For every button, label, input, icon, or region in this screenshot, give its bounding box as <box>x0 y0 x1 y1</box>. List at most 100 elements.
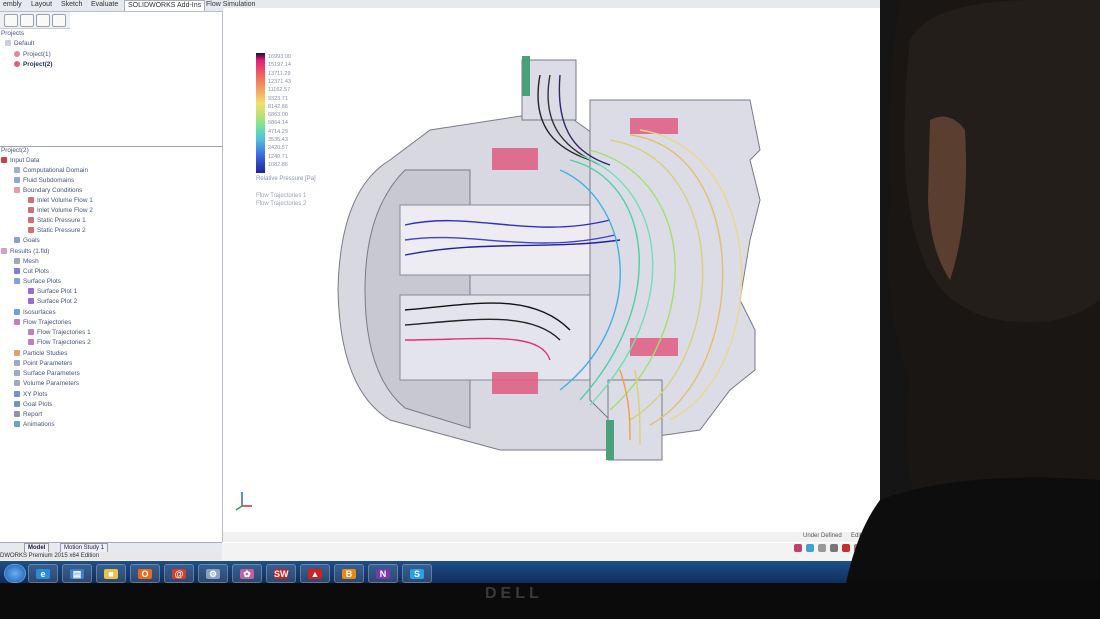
mesh-icon <box>14 258 20 265</box>
tree-item-label: Volume Parameters <box>23 380 80 387</box>
bottom-tab-bar: Model Motion Study 1 <box>0 542 222 553</box>
property-manager-icon[interactable] <box>20 14 34 27</box>
tree-item-project-1[interactable]: Project(1) <box>14 51 51 58</box>
volume-param-icon <box>14 380 20 387</box>
tree-item-animations[interactable]: Animations <box>14 421 55 428</box>
explorer-icon: ▤ <box>70 569 84 579</box>
start-button[interactable] <box>4 564 26 583</box>
tree-item-report[interactable]: Report <box>14 411 42 418</box>
tree-item-label: Point Parameters <box>23 360 73 367</box>
ie-icon: e <box>36 569 50 579</box>
seal-lower-left <box>492 372 538 394</box>
boundary-icon <box>14 187 20 194</box>
tree-item-static-pressure-1[interactable]: Static Pressure 1 <box>28 217 86 224</box>
inlet-icon <box>28 197 34 204</box>
fluid-icon <box>14 177 20 184</box>
particle-icon <box>14 350 20 357</box>
taskbar-app-folder[interactable]: ■ <box>96 564 126 583</box>
tree-item-label: Surface Plot 2 <box>37 298 78 305</box>
taskbar-app-app-swirl[interactable]: @ <box>164 564 194 583</box>
tree-item-isosurfaces[interactable]: Isosurfaces <box>14 309 56 316</box>
tree-item-inlet-volume-flow-1[interactable]: Inlet Volume Flow 1 <box>28 197 93 204</box>
surface-plot-icon <box>28 288 34 295</box>
taskbar-app-ie[interactable]: e <box>28 564 58 583</box>
tree-item-surface-plot-1[interactable]: Surface Plot 1 <box>28 288 77 295</box>
inlet-icon <box>28 207 34 214</box>
goals-icon <box>14 237 20 244</box>
tree-item-label: Boundary Conditions <box>23 187 83 194</box>
tree-item-label: XY Plots <box>23 391 48 398</box>
settings-icon: ⚙ <box>206 569 220 579</box>
tree-item-project-2[interactable]: Project(2) <box>14 61 52 68</box>
tree-item-surface-plot-2[interactable]: Surface Plot 2 <box>28 298 77 305</box>
tree-item-cut-plots[interactable]: Cut Plots <box>14 268 49 275</box>
taskbar-app-onenote[interactable]: N <box>368 564 398 583</box>
tree-item-flow-trajectories[interactable]: Flow Trajectories <box>14 319 71 326</box>
tree-item-flow-trajectories-1[interactable]: Flow Trajectories 1 <box>28 329 91 336</box>
folder-icon: ■ <box>104 569 118 579</box>
taskbar-app-solidworks[interactable]: SW <box>266 564 296 583</box>
tree-item-goals[interactable]: Goals <box>14 237 40 244</box>
tree-item-xy-plots[interactable]: XY Plots <box>14 391 47 398</box>
tray-network-icon[interactable] <box>806 544 814 552</box>
tab-assembly[interactable]: embly <box>0 0 25 10</box>
outlook-icon: O <box>138 569 152 579</box>
taskbar-app-app-b[interactable]: B <box>334 564 364 583</box>
tree-item-flow-trajectories-2[interactable]: Flow Trajectories 2 <box>28 339 91 346</box>
flow-simulation-model[interactable] <box>230 40 790 480</box>
tab-evaluate[interactable]: Evaluate <box>88 0 121 10</box>
feature-tree-icon[interactable] <box>4 14 18 27</box>
tab-layout[interactable]: Layout <box>28 0 55 10</box>
tree-item-label: Fluid Subdomains <box>23 177 75 184</box>
flow-simulation-tab-icon[interactable] <box>52 14 66 27</box>
tree-item-label: Flow Trajectories <box>23 319 72 326</box>
app-swirl-icon: @ <box>172 569 186 579</box>
tree-item-mesh[interactable]: Mesh <box>14 258 39 265</box>
trajectory-icon <box>28 339 34 346</box>
tree-item-label: Goal Plots <box>23 401 53 408</box>
tree-item-label: Inlet Volume Flow 2 <box>37 207 93 214</box>
configuration-icon[interactable] <box>36 14 50 27</box>
tree-item-label: Mesh <box>23 258 39 265</box>
tree-item-label: Isosurfaces <box>23 309 56 316</box>
tree-item-static-pressure-2[interactable]: Static Pressure 2 <box>28 227 86 234</box>
tree-item-goal-plots[interactable]: Goal Plots <box>14 401 52 408</box>
tree-item-surface-parameters[interactable]: Surface Parameters <box>14 370 80 377</box>
taskbar-app-explorer[interactable]: ▤ <box>62 564 92 583</box>
taskbar-app-paint[interactable]: ✿ <box>232 564 262 583</box>
tree-item-input-data[interactable]: Input Data <box>1 157 40 164</box>
tray-app-icon[interactable] <box>794 544 802 552</box>
tree-item-surface-plots[interactable]: Surface Plots <box>14 278 61 285</box>
taskbar-app-outlook[interactable]: O <box>130 564 160 583</box>
surface-param-icon <box>14 370 20 377</box>
tree-item-default[interactable]: Default <box>5 40 34 47</box>
taskbar-app-pdf[interactable]: ▲ <box>300 564 330 583</box>
tree-item-label: Surface Plots <box>23 278 62 285</box>
tree-item-fluid-subdomains[interactable]: Fluid Subdomains <box>14 177 74 184</box>
project-icon <box>14 61 20 68</box>
app-b-icon: B <box>342 569 356 579</box>
tree-item-volume-parameters[interactable]: Volume Parameters <box>14 380 79 387</box>
panel-splitter[interactable] <box>0 146 222 147</box>
tray-volume-icon[interactable] <box>818 544 826 552</box>
animation-icon <box>14 421 20 428</box>
tray-flag-icon[interactable] <box>830 544 838 552</box>
tab-sketch[interactable]: Sketch <box>58 0 85 10</box>
tree-item-results[interactable]: Results (1.fld) <box>1 248 49 255</box>
tree-item-label: Static Pressure 2 <box>37 227 86 234</box>
tree-item-boundary-conditions[interactable]: Boundary Conditions <box>14 187 82 194</box>
report-icon <box>14 411 20 418</box>
taskbar-app-skype[interactable]: S <box>402 564 432 583</box>
surface-plot-icon <box>14 278 20 285</box>
tree-item-label: Flow Trajectories 2 <box>37 339 91 346</box>
tree-item-computational-domain[interactable]: Computational Domain <box>14 167 88 174</box>
isosurface-icon <box>14 309 20 316</box>
tree-item-point-parameters[interactable]: Point Parameters <box>14 360 72 367</box>
pdf-icon: ▲ <box>308 569 322 579</box>
tab-solidworks-add-ins[interactable]: SOLIDWORKS Add-Ins <box>124 0 206 11</box>
taskbar-app-settings[interactable]: ⚙ <box>198 564 228 583</box>
tree-item-label: Surface Plot 1 <box>37 288 78 295</box>
edition-status: DWORKS Premium 2015 x64 Edition <box>0 552 222 560</box>
tree-item-inlet-volume-flow-2[interactable]: Inlet Volume Flow 2 <box>28 207 93 214</box>
tree-item-particle-studies[interactable]: Particle Studies <box>14 350 67 357</box>
